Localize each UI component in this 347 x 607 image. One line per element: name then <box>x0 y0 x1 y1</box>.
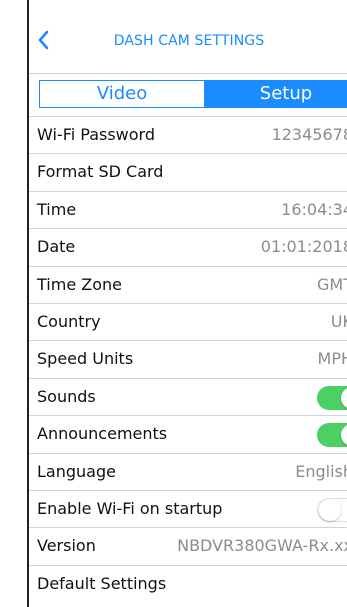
format-sd-card-label: Format SD Card <box>37 162 164 182</box>
format-sd-card-row[interactable]: Format SD Card <box>29 153 347 190</box>
speed-units-label: Speed Units <box>37 349 134 369</box>
sounds-row: Sounds <box>29 377 347 415</box>
date-row[interactable]: Date 01:01:2018 <box>29 228 347 265</box>
country-label: Country <box>37 311 101 331</box>
tab-video[interactable]: Video <box>40 81 204 107</box>
date-label: Date <box>37 237 76 257</box>
time-zone-row[interactable]: Time Zone GMT <box>29 265 347 303</box>
toggle-knob <box>319 498 341 521</box>
time-label: Time <box>37 199 77 219</box>
wifi-startup-toggle[interactable] <box>317 497 347 522</box>
version-row: Version NBDVR380GWA-Rx.xx <box>29 527 347 564</box>
announcements-label: Announcements <box>37 424 168 444</box>
page-title: DASH CAM SETTINGS <box>113 33 265 49</box>
wifi-password-row[interactable]: Wi-Fi Password 12345678 <box>29 116 347 153</box>
country-row[interactable]: Country UK <box>29 302 347 340</box>
default-settings-row[interactable]: Default Settings <box>29 564 347 602</box>
sounds-label: Sounds <box>37 386 96 406</box>
time-row[interactable]: Time 16:04:34 <box>29 190 347 228</box>
wifi-password-value: 12345678 <box>271 125 347 144</box>
settings-list: Wi-Fi Password 12345678 Format SD Card T… <box>29 116 347 602</box>
settings-screen: DASH CAM SETTINGS Video Setup Wi-Fi Pass… <box>27 0 347 607</box>
toggle-knob <box>341 386 347 409</box>
speed-units-row[interactable]: Speed Units MPH <box>29 340 347 377</box>
time-zone-label: Time Zone <box>37 274 122 294</box>
language-value: English <box>295 461 347 481</box>
wifi-password-label: Wi-Fi Password <box>37 125 155 144</box>
wifi-startup-label: Enable Wi-Fi on startup <box>37 498 223 518</box>
wifi-startup-row: Enable Wi-Fi on startup <box>29 489 347 527</box>
version-value: NBDVR380GWA-Rx.xx <box>177 536 347 556</box>
segmented-control: Video Setup <box>39 80 347 108</box>
country-value: UK <box>330 311 347 331</box>
time-value: 16:04:34 <box>281 199 347 219</box>
language-row[interactable]: Language English <box>29 452 347 490</box>
tab-setup[interactable]: Setup <box>204 81 347 107</box>
announcements-toggle[interactable] <box>317 423 347 448</box>
announcements-row: Announcements <box>29 415 347 452</box>
language-label: Language <box>37 461 116 481</box>
date-value: 01:01:2018 <box>260 237 347 257</box>
header-bar: DASH CAM SETTINGS <box>29 0 347 74</box>
toggle-knob <box>341 424 347 447</box>
version-label: Version <box>37 536 96 556</box>
default-settings-label: Default Settings <box>37 573 167 593</box>
sounds-toggle[interactable] <box>317 385 347 410</box>
speed-units-value: MPH <box>317 349 347 369</box>
time-zone-value: GMT <box>317 274 347 294</box>
